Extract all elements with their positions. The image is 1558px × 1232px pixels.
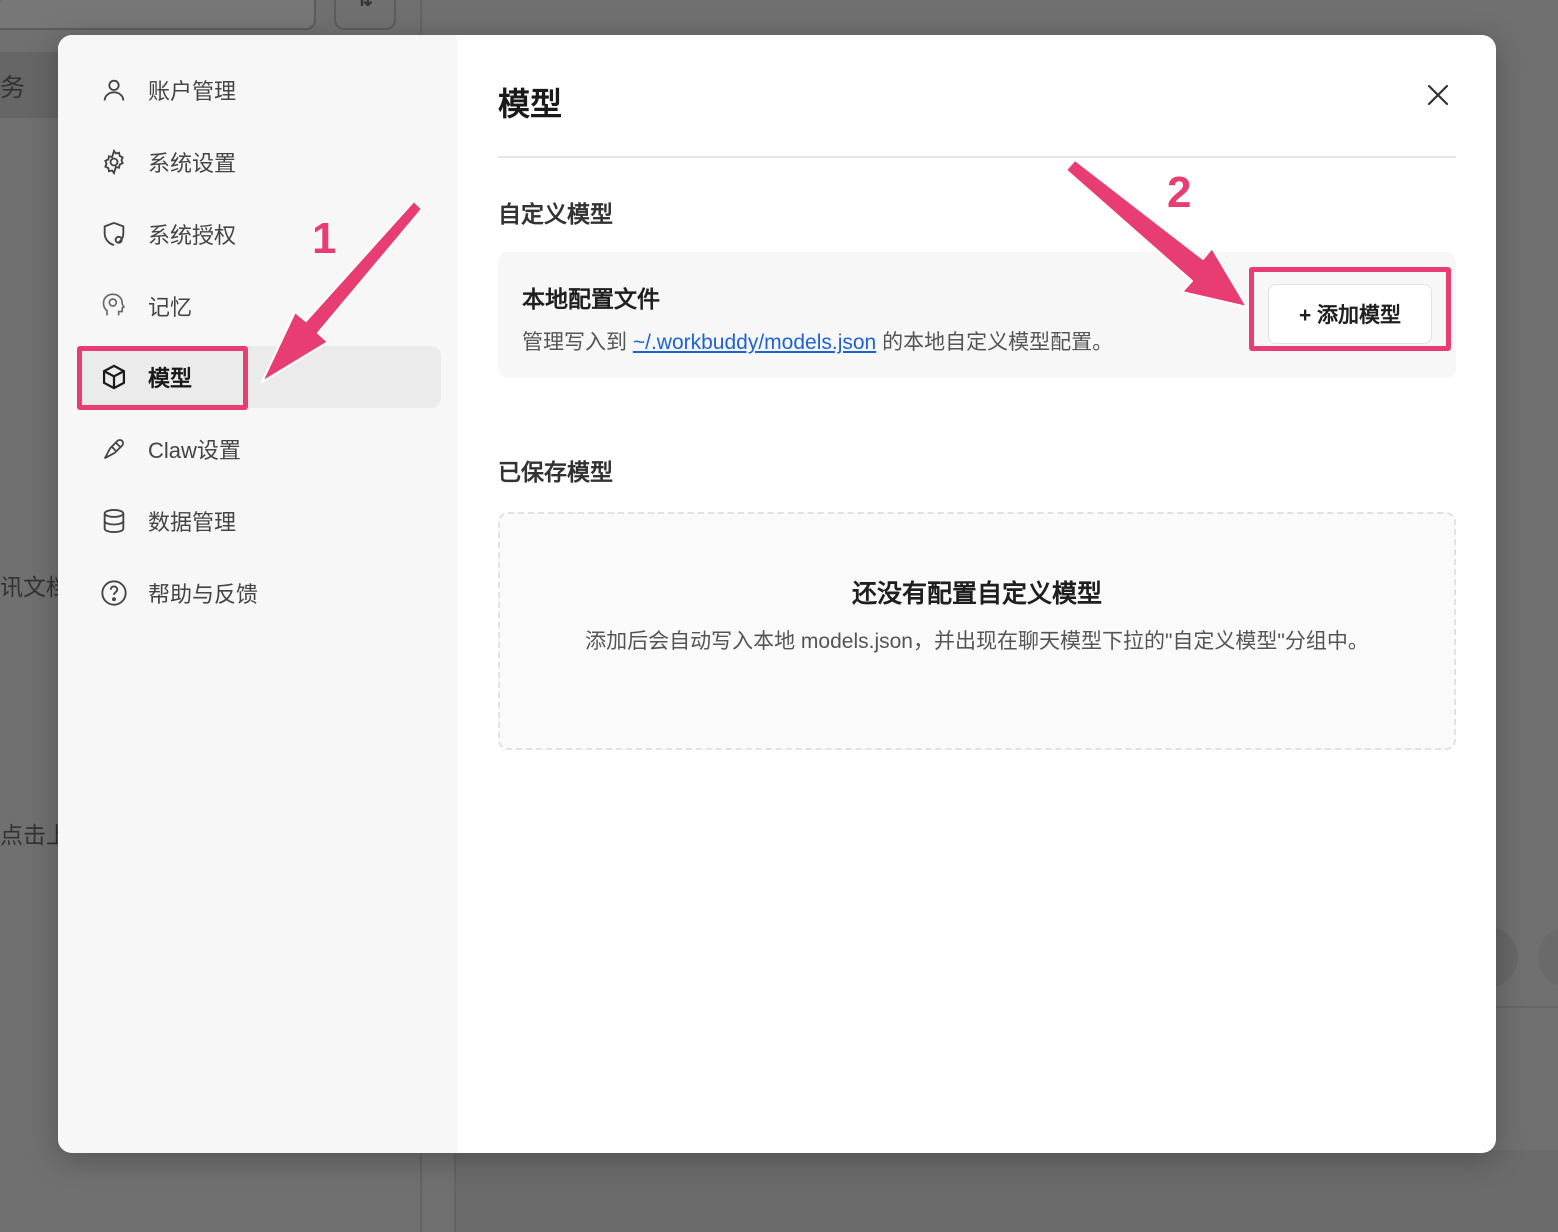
- models-json-path-link[interactable]: ~/.workbuddy/models.json: [633, 331, 876, 354]
- bg-search-input: 号: [0, 0, 316, 30]
- bg-divider: [1496, 1006, 1558, 1008]
- gear-icon: [98, 146, 130, 178]
- settings-modal: 账户管理 系统设置 系统授权 记忆 模型 Claw设置 数据管理 帮助与反馈 模…: [58, 35, 1496, 1153]
- database-icon: [98, 505, 130, 537]
- sidebar-item-label: 帮助与反馈: [148, 582, 259, 607]
- annotation-step-number: 2: [1166, 167, 1193, 218]
- settings-sidebar: 账户管理 系统设置 系统授权 记忆 模型 Claw设置 数据管理 帮助与反馈: [58, 35, 457, 1153]
- empty-state-description: 添加后会自动写入本地 models.json，并出现在聊天模型下拉的"自定义模型…: [585, 630, 1369, 653]
- empty-state-title: 还没有配置自定义模型: [851, 580, 1102, 608]
- sidebar-item-label: 数据管理: [148, 510, 237, 535]
- desc-suffix: 的本地自定义模型配置。: [876, 331, 1114, 354]
- section-title-custom-models: 自定义模型: [498, 201, 613, 227]
- annotation-highlight-box: [77, 346, 248, 410]
- sidebar-item-authorization[interactable]: 系统授权: [80, 203, 441, 265]
- filter-icon: ⇅: [356, 0, 374, 11]
- local-config-description: 管理写入到 ~/.workbuddy/models.json 的本地自定义模型配…: [522, 326, 1113, 356]
- bg-text-1: 务: [0, 74, 26, 102]
- brain-head-icon: [98, 290, 130, 322]
- sidebar-item-label: 系统授权: [148, 223, 237, 248]
- local-config-title: 本地配置文件: [522, 286, 660, 312]
- desc-prefix: 管理写入到: [522, 331, 633, 354]
- header-divider: [498, 156, 1456, 158]
- section-title-saved-models: 已保存模型: [498, 459, 613, 485]
- sidebar-item-system-settings[interactable]: 系统设置: [80, 131, 441, 193]
- sidebar-item-help-feedback[interactable]: 帮助与反馈: [80, 562, 441, 624]
- sidebar-item-label: Claw设置: [148, 438, 241, 463]
- sidebar-item-label: 账户管理: [148, 79, 237, 104]
- annotation-highlight-box: [1249, 267, 1451, 351]
- page-title: 模型: [498, 86, 563, 122]
- shield-gear-icon: [98, 218, 130, 250]
- sidebar-item-label: 系统设置: [148, 151, 237, 176]
- sidebar-item-data-management[interactable]: 数据管理: [80, 490, 441, 552]
- help-icon: [98, 577, 130, 609]
- sidebar-item-account[interactable]: 账户管理: [80, 59, 441, 121]
- annotation-step-number: 1: [311, 213, 338, 264]
- sidebar-item-claw-settings[interactable]: Claw设置: [80, 418, 441, 480]
- close-icon: [1426, 83, 1450, 112]
- bg-search-text: 号: [0, 0, 6, 5]
- claw-icon: [98, 433, 130, 465]
- sidebar-item-label: 记忆: [148, 295, 193, 320]
- user-icon: [98, 74, 130, 106]
- sidebar-item-memory[interactable]: 记忆: [80, 275, 441, 337]
- bg-bottom-bar: [454, 1150, 1558, 1232]
- settings-content: 模型 自定义模型 本地配置文件 管理写入到 ~/.workbuddy/model…: [498, 35, 1456, 1153]
- bg-round-button: [1538, 926, 1558, 988]
- bg-filter-button: ⇅: [334, 0, 396, 30]
- close-button[interactable]: [1420, 79, 1456, 115]
- empty-state: 还没有配置自定义模型 添加后会自动写入本地 models.json，并出现在聊天…: [498, 512, 1456, 750]
